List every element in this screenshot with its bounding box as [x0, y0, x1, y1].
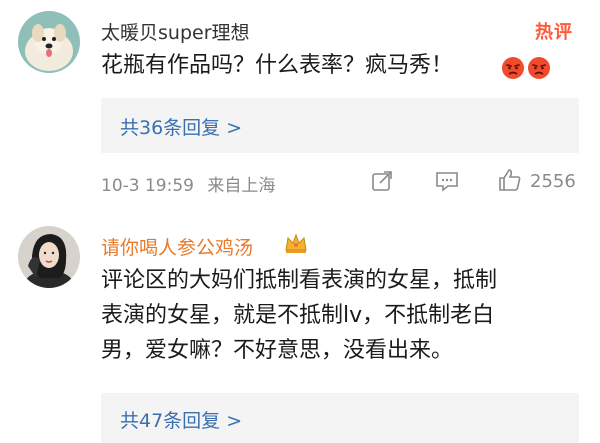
comment-text-line: 男，爱女嘛？不好意思，没看出来。: [101, 338, 454, 363]
angry-face-icon: [528, 57, 550, 79]
comment-timestamp: 10-3 19:59 来自上海: [101, 171, 275, 196]
avatar[interactable]: [18, 226, 80, 288]
comment-text-line: 表演的女星，就是不抵制lv，不抵制老白: [101, 303, 495, 328]
view-replies-link[interactable]: 共47条回复 >: [120, 406, 242, 433]
dog-avatar-icon: [18, 11, 80, 73]
comment-text-content: 花瓶有作品吗？什么表率？疯马秀！: [101, 53, 454, 78]
comment-text: 评论区的大妈们抵制看表演的女星，抵制 表演的女星，就是不抵制lv，不抵制老白 男…: [101, 263, 581, 368]
comment-location: 来自上海: [207, 176, 276, 196]
hot-comment-badge: 热评: [535, 22, 573, 43]
comment-text: 花瓶有作品吗？什么表率？疯马秀！: [101, 48, 453, 83]
comment-text-line: 评论区的大妈们抵制看表演的女星，抵制: [101, 268, 498, 293]
like-icon[interactable]: [497, 167, 523, 193]
avatar[interactable]: [18, 11, 80, 73]
angry-face-icon: [502, 57, 524, 79]
username[interactable]: 太暖贝super理想: [101, 18, 250, 45]
comment-icon[interactable]: [434, 169, 460, 193]
view-replies-link[interactable]: 共36条回复 >: [120, 113, 242, 140]
crown-icon: [285, 233, 307, 253]
username[interactable]: 请你喝人参公鸡汤: [101, 233, 253, 260]
share-icon[interactable]: [370, 169, 394, 193]
like-count: 2556: [530, 171, 576, 192]
comment-date: 10-3 19:59: [101, 176, 194, 196]
woman-avatar-icon: [18, 226, 80, 288]
